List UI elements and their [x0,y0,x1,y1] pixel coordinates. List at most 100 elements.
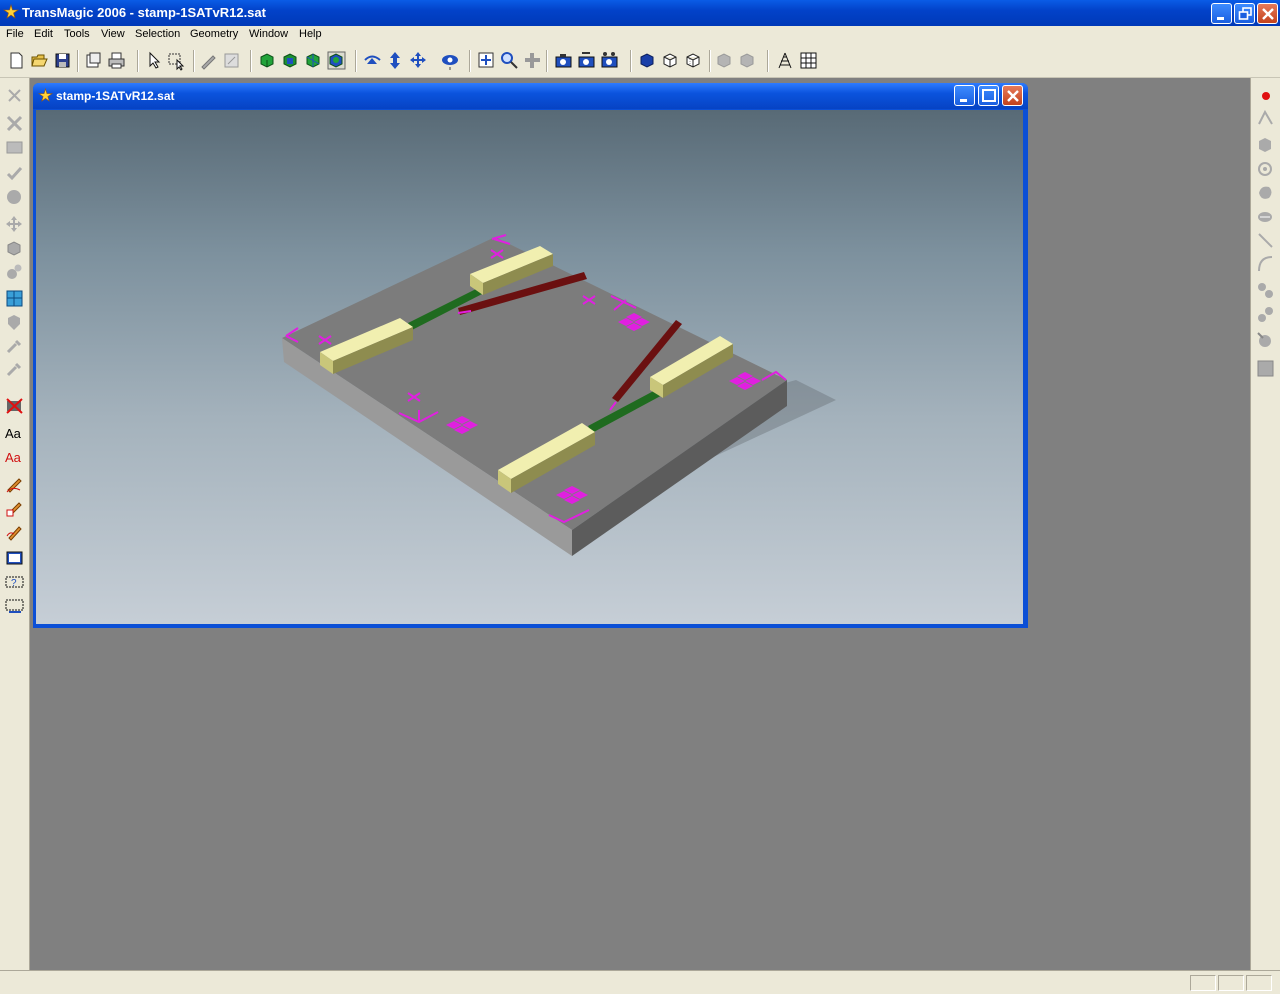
print-icon[interactable] [106,50,127,71]
toolbar-separator [355,50,357,72]
plate-top [282,237,787,530]
pencil-2-icon[interactable] [4,497,25,518]
zoom-window-icon[interactable] [499,50,520,71]
status-bar [0,970,1280,994]
toolbar-separator [709,50,711,72]
document-maximize-button[interactable] [978,85,999,106]
record-icon[interactable] [1255,85,1276,106]
query-icon[interactable]: ? [4,572,25,593]
camera-3-icon[interactable] [599,50,620,71]
tool-gray-2-icon[interactable] [4,359,25,380]
check-icon[interactable] [4,163,25,184]
main-toolbar [0,45,1280,78]
gears-gray-icon[interactable] [4,262,25,283]
grid-icon[interactable] [798,50,819,71]
gears-gray-2-icon[interactable] [1255,304,1276,325]
status-panel [1246,975,1272,991]
restore-button[interactable] [1234,3,1255,24]
status-panel [1218,975,1244,991]
select-arrow-icon[interactable] [143,50,164,71]
maximize-icon [982,89,996,102]
menu-file[interactable]: File [6,28,24,40]
folder-gray-icon[interactable] [4,137,25,158]
toolbar-separator [469,50,471,72]
sketch-gray-icon[interactable] [1255,108,1276,129]
restore-icon [1238,7,1252,20]
pen-icon[interactable] [198,50,219,71]
shield-gray-icon[interactable] [4,312,25,333]
text-tool-icon[interactable]: Aa [4,423,25,444]
box-gray-icon[interactable] [4,238,25,259]
menu-help[interactable]: Help [299,28,322,40]
toolbar-separator [250,50,252,72]
camera-icon[interactable] [553,50,574,71]
pencil-icon[interactable] [4,473,25,494]
move-gray-icon[interactable] [4,214,25,235]
menu-bar: File Edit Tools View Selection Geometry … [0,26,1280,45]
hex-gray-icon[interactable] [1255,135,1276,156]
menu-window[interactable]: Window [249,28,288,40]
pencil-3-icon[interactable] [4,521,25,542]
eraser-icon[interactable] [221,50,242,71]
solid-gray-icon[interactable] [4,187,25,208]
camera-2-icon[interactable] [576,50,597,71]
square-gray-icon[interactable] [1255,358,1276,379]
wireframe-icon[interactable] [660,50,681,71]
print-preview-icon[interactable] [83,50,104,71]
add-icon[interactable] [522,50,543,71]
app-title-bar: TransMagic 2006 - stamp-1SATvR12.sat [0,0,1280,26]
toolbar-separator [546,50,548,72]
document-title-bar[interactable]: stamp-1SATvR12.sat [33,83,1028,109]
display-icon[interactable] [4,548,25,569]
text-tool-red-icon[interactable]: Aa [4,447,25,468]
tool-gray-icon[interactable] [4,336,25,357]
close-button[interactable] [1257,3,1278,24]
no-select-icon[interactable] [4,395,25,416]
pan-icon[interactable] [408,50,429,71]
blob-gray-2-icon[interactable] [1255,206,1276,227]
pan-vertical-icon[interactable] [385,50,406,71]
disabled-x-icon[interactable] [4,85,25,106]
document-minimize-button[interactable] [954,85,975,106]
shaded-icon[interactable] [637,50,658,71]
save-icon[interactable] [52,50,73,71]
gray-cube-2-icon[interactable] [737,50,758,71]
measure-icon[interactable] [4,595,25,616]
document-close-button[interactable] [1002,85,1023,106]
select-box-icon[interactable] [166,50,187,71]
blob-gray-icon[interactable] [1255,182,1276,203]
svg-text:Aa: Aa [5,426,22,441]
left-toolbar: Aa Aa ? [0,78,30,970]
new-icon[interactable] [6,50,27,71]
perspective-icon[interactable] [775,50,796,71]
minimize-button[interactable] [1211,3,1232,24]
line-gray-icon[interactable] [1255,230,1276,251]
right-toolbar [1250,78,1280,970]
green-solid-icon[interactable] [257,50,278,71]
look-icon[interactable] [440,50,461,71]
rotate-icon[interactable] [362,50,383,71]
green-solid-3-icon[interactable] [303,50,324,71]
gray-cube-icon[interactable] [714,50,735,71]
spiral-gray-icon[interactable] [1255,159,1276,180]
curve-gray-icon[interactable] [1255,253,1276,274]
green-solid-4-icon[interactable] [326,50,347,71]
zoom-fit-icon[interactable] [476,50,497,71]
app-title: TransMagic 2006 - stamp-1SATvR12.sat [22,5,266,20]
pointer-gray-icon[interactable] [1255,330,1276,351]
delete-icon[interactable] [4,113,25,134]
3d-viewport[interactable] [36,110,1023,624]
menu-geometry[interactable]: Geometry [190,28,238,40]
document-window: stamp-1SATvR12.sat [33,83,1028,628]
menu-edit[interactable]: Edit [34,28,53,40]
menu-tools[interactable]: Tools [64,28,90,40]
svg-text:Aa: Aa [5,450,22,465]
window-blue-icon[interactable] [4,288,25,309]
menu-selection[interactable]: Selection [135,28,180,40]
toolbar-separator [77,50,79,72]
open-icon[interactable] [29,50,50,71]
green-solid-2-icon[interactable] [280,50,301,71]
hidden-line-icon[interactable] [683,50,704,71]
menu-view[interactable]: View [101,28,125,40]
gears-gray-icon[interactable] [1255,280,1276,301]
